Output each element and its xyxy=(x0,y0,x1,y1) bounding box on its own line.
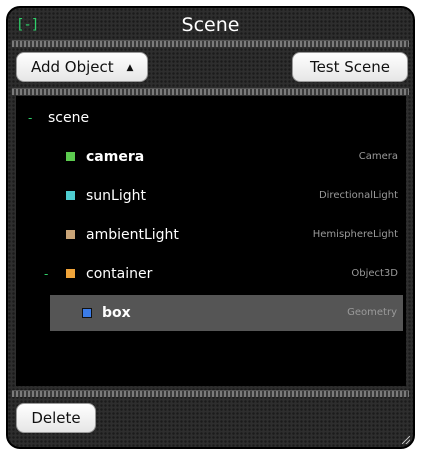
tree-item-type: Camera xyxy=(358,151,398,162)
tree-item-label: box xyxy=(102,305,131,321)
tree-row-camera[interactable]: camera Camera xyxy=(16,139,406,175)
ambientlight-color-swatch xyxy=(66,230,75,239)
tree-row-container[interactable]: - container Object3D xyxy=(16,256,406,292)
delete-button[interactable]: Delete xyxy=(16,403,96,433)
tree-row-scene[interactable]: - scene xyxy=(16,100,406,136)
tree-item-type: Geometry xyxy=(347,307,397,318)
camera-color-swatch xyxy=(66,152,75,161)
test-scene-button[interactable]: Test Scene xyxy=(292,52,408,82)
box-color-swatch xyxy=(82,308,92,318)
tree-item-type: Object3D xyxy=(351,268,398,279)
collapse-toggle-icon[interactable]: - xyxy=(28,100,32,136)
collapse-toggle-icon[interactable]: - xyxy=(44,256,48,292)
panel-title: Scene xyxy=(181,14,240,36)
tree-item-type: DirectionalLight xyxy=(318,190,398,201)
tree-item-label: ambientLight xyxy=(86,227,179,243)
add-object-label: Add Object xyxy=(31,58,114,76)
sunlight-color-swatch xyxy=(66,191,75,200)
tree-row-sunlight[interactable]: sunLight DirectionalLight xyxy=(16,178,406,214)
caret-up-icon: ▲ xyxy=(126,63,134,73)
tree-item-type: HemisphereLight xyxy=(312,229,398,240)
divider xyxy=(12,390,409,397)
container-color-swatch xyxy=(66,269,75,278)
resize-grip-icon[interactable] xyxy=(402,436,410,444)
tree-item-label: sunLight xyxy=(86,188,146,204)
tree-item-label: camera xyxy=(86,149,145,165)
tree-row-ambientlight[interactable]: ambientLight HemisphereLight xyxy=(16,217,406,253)
divider xyxy=(12,88,409,95)
scene-panel: [-] Scene Add Object ▲ Test Scene - scen… xyxy=(6,6,415,449)
tree-item-label: scene xyxy=(48,110,90,126)
scene-tree: - scene camera Camera sunLight Direction… xyxy=(16,96,406,386)
tree-row-box[interactable]: box Geometry xyxy=(50,295,403,331)
add-object-button[interactable]: Add Object ▲ xyxy=(16,52,148,82)
divider xyxy=(12,40,409,47)
tree-item-label: container xyxy=(86,266,153,282)
